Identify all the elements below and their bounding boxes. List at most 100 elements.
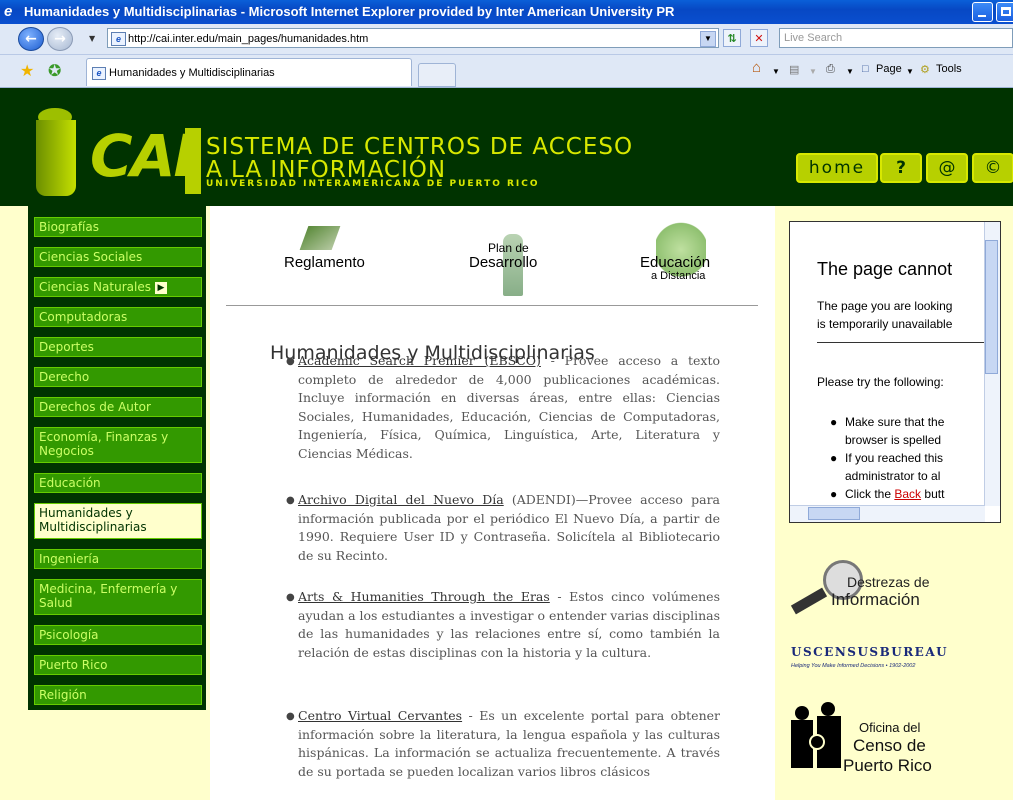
home-dropdown-icon[interactable]: ▼: [772, 67, 780, 76]
tools-menu[interactable]: Tools: [936, 63, 962, 75]
sidebar-item-puerto-rico[interactable]: Puerto Rico: [34, 655, 202, 675]
back-button[interactable]: ←: [18, 27, 44, 51]
home-button[interactable]: home: [796, 153, 878, 183]
address-dropdown-icon[interactable]: ▼: [700, 31, 716, 47]
sidebar-item-derecho[interactable]: Derecho: [34, 367, 202, 387]
stop-icon: ✕: [754, 32, 764, 45]
bullet-icon: ●: [286, 495, 295, 506]
maximize-button[interactable]: [996, 2, 1013, 22]
scrollbar-thumb[interactable]: [985, 240, 998, 374]
plan-link-line2[interactable]: Desarrollo: [469, 254, 537, 271]
logo-i-shape: [36, 120, 76, 196]
error-text: administrator to al: [845, 469, 941, 483]
history-dropdown-icon[interactable]: ▼: [89, 34, 95, 43]
reglamento-link[interactable]: Reglamento: [284, 254, 365, 271]
bullet-icon: ●: [830, 415, 838, 429]
minimize-button[interactable]: [972, 2, 993, 22]
refresh-icon: ⇅: [727, 32, 737, 45]
sidebar-item-biografias[interactable]: Biografías: [34, 217, 202, 237]
feeds-dropdown-icon[interactable]: ▼: [809, 67, 817, 76]
sidebar-item-psicologia[interactable]: Psicología: [34, 625, 202, 645]
refresh-button[interactable]: ⇅: [723, 29, 741, 47]
error-text: Make sure that the: [845, 415, 945, 429]
email-button[interactable]: @: [926, 153, 968, 183]
main-content: Reglamento Plan de Desarrollo Educación …: [210, 206, 775, 800]
sidebar-item-derechos-de-autor[interactable]: Derechos de Autor: [34, 397, 202, 417]
page-dropdown-icon[interactable]: ▼: [906, 67, 914, 76]
sidebar-item-computadoras[interactable]: Computadoras: [34, 307, 202, 327]
favorites-star-icon[interactable]: ★: [20, 61, 34, 80]
sidebar-item-educacion[interactable]: Educación: [34, 473, 202, 493]
divider: [226, 305, 758, 306]
bullet-icon: ●: [286, 592, 295, 603]
error-text: Click the Back butt: [845, 487, 945, 501]
web-page: CAI SISTEMA DE CENTROS DE ACCESO A LA IN…: [0, 88, 1013, 800]
site-logo[interactable]: CAI: [90, 122, 195, 190]
horizontal-scrollbar[interactable]: [790, 505, 985, 522]
plan-link-line1[interactable]: Plan de: [488, 241, 529, 255]
sidebar-item-religion[interactable]: Religión: [34, 685, 202, 705]
vertical-scrollbar[interactable]: [984, 222, 1000, 506]
resource-link[interactable]: Centro Virtual Cervantes: [298, 708, 462, 723]
list-item: Academic Search Premier (EBSCO) - Provee…: [298, 353, 720, 461]
sidebar-item-humanidades[interactable]: Humanidades y Multidisciplinarias: [34, 503, 202, 539]
bullet-icon: ●: [830, 451, 838, 465]
stop-button[interactable]: ✕: [750, 29, 768, 47]
print-icon[interactable]: ⎙: [826, 63, 835, 76]
destrezas-banner[interactable]: Destrezas de Información: [789, 558, 999, 628]
error-frame[interactable]: The page cannot The page you are looking…: [789, 221, 1001, 523]
page-icon: e: [111, 32, 126, 46]
census-tagline: Helping You Make Informed Decisions • 19…: [791, 663, 916, 669]
sidebar-item-ciencias-sociales[interactable]: Ciencias Sociales: [34, 247, 202, 267]
feeds-icon[interactable]: ▤: [789, 63, 799, 76]
search-placeholder: Live Search: [784, 32, 843, 44]
home-icon[interactable]: ⌂: [752, 59, 761, 76]
add-favorites-icon[interactable]: ✪: [48, 61, 61, 80]
tab-humanidades[interactable]: e Humanidades y Multidisciplinarias: [86, 58, 412, 86]
tab-label: Humanidades y Multidisciplinarias: [109, 67, 275, 79]
search-input[interactable]: Live Search: [779, 28, 1013, 48]
sidebar-item-ingenieria[interactable]: Ingeniería: [34, 549, 202, 569]
resource-link[interactable]: Archivo Digital del Nuevo Día: [298, 492, 504, 507]
sidebar-item-economia[interactable]: Economía, Finanzas y Negocios: [34, 427, 202, 463]
page-menu[interactable]: Page: [876, 63, 902, 75]
error-text: is temporarily unavailable: [817, 317, 953, 331]
family-icon: [791, 702, 843, 768]
tab-toolbar: ★ ✪ e Humanidades y Multidisciplinarias …: [0, 55, 1013, 88]
bullet-icon: ●: [830, 487, 838, 501]
sidebar-item-ciencias-naturales[interactable]: Ciencias Naturales ▶: [34, 277, 202, 297]
educacion-link-line2[interactable]: a Distancia: [651, 270, 705, 282]
gear-icon: ⚙: [920, 64, 930, 76]
resource-link[interactable]: Academic Search Premier (EBSCO): [298, 353, 541, 368]
oficina-text: Censo de: [853, 736, 926, 755]
address-toolbar: ← → ▼ e http://cai.inter.edu/main_pages/…: [0, 24, 1013, 55]
arrow-left-icon: ←: [25, 31, 37, 47]
list-item: Centro Virtual Cervantes - Es un excelen…: [298, 708, 721, 779]
book-icon[interactable]: [298, 218, 346, 258]
arrow-right-icon: →: [54, 31, 66, 47]
address-value: http://cai.inter.edu/main_pages/humanida…: [128, 33, 369, 45]
oficina-censo-banner[interactable]: Oficina del Censo de Puerto Rico: [789, 700, 999, 800]
error-text: browser is spelled: [845, 433, 942, 447]
oficina-text: Oficina del: [859, 720, 921, 735]
logo-bar: [185, 128, 201, 194]
new-tab-button[interactable]: [418, 63, 456, 87]
print-dropdown-icon[interactable]: ▼: [846, 67, 854, 76]
address-input[interactable]: e http://cai.inter.edu/main_pages/humani…: [107, 28, 719, 48]
bullet-icon: ●: [286, 356, 295, 367]
census-bureau-banner[interactable]: USCENSUSBUREAU Helping You Make Informed…: [789, 645, 999, 677]
sidebar-item-medicina[interactable]: Medicina, Enfermería y Salud: [34, 579, 202, 615]
expand-arrow-icon[interactable]: ▶: [154, 281, 167, 294]
sidebar-item-deportes[interactable]: Deportes: [34, 337, 202, 357]
forward-button[interactable]: →: [47, 27, 73, 51]
site-header: CAI SISTEMA DE CENTROS DE ACCESO A LA IN…: [0, 88, 1013, 206]
resource-link[interactable]: Arts & Humanities Through the Eras: [298, 589, 550, 604]
census-logo: USCENSUSBUREAU: [791, 645, 949, 659]
copyright-button[interactable]: ©: [972, 153, 1013, 183]
window-titlebar: e Humanidades y Multidisciplinarias - Mi…: [0, 0, 1013, 24]
back-link[interactable]: Back: [894, 487, 921, 501]
scrollbar-thumb[interactable]: [808, 507, 860, 520]
page-menu-icon: □: [862, 63, 869, 75]
educacion-link-line1[interactable]: Educación: [640, 254, 710, 271]
help-button[interactable]: ?: [880, 153, 922, 183]
